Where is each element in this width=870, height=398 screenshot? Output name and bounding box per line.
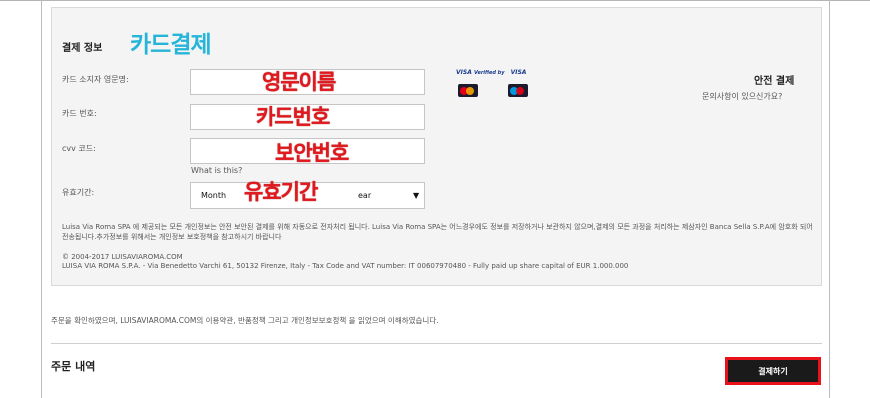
card-number-label: 카드 번호: bbox=[62, 109, 97, 118]
privacy-notice: Luisa Via Roma SPA 에 제공되는 모든 개인정보는 안전 보안… bbox=[62, 223, 813, 241]
secure-payment-title: 안전 결제 bbox=[754, 76, 795, 87]
divider bbox=[51, 343, 822, 344]
expiry-label: 유효기간: bbox=[62, 188, 95, 197]
cardholder-label: 카드 소지자 영문명: bbox=[62, 75, 129, 84]
overlay-security-code: 보안번호 bbox=[275, 141, 349, 165]
overlay-english-name: 영문이름 bbox=[262, 70, 336, 94]
order-summary-title: 주문 내역 bbox=[51, 360, 96, 373]
pay-button[interactable]: 결제하기 bbox=[728, 360, 818, 382]
card-logos: VISA Verified by VISA bbox=[456, 69, 530, 99]
cvv-label: cvv 코드: bbox=[62, 144, 96, 153]
copyright-text: © 2004-2017 LUISAVIAROMA.COM bbox=[62, 253, 183, 261]
visa-label: VISA bbox=[456, 69, 472, 76]
frame-left bbox=[41, 0, 42, 398]
frame-right bbox=[829, 0, 830, 398]
overlay-card-number: 카드번호 bbox=[256, 105, 330, 129]
visa-icon: VISA Verified by VISA bbox=[456, 69, 526, 76]
expiry-year-value: ear bbox=[358, 191, 372, 200]
maestro-icon bbox=[508, 84, 528, 97]
visa-label-2: VISA bbox=[510, 69, 527, 76]
cvv-help-link[interactable]: What is this? bbox=[191, 166, 242, 175]
overlay-card-payment: 카드결제 bbox=[130, 32, 212, 58]
pay-button-highlight: 결제하기 bbox=[725, 357, 821, 385]
company-address: LUISA VIA ROMA S.P.A. - Via Benedetto Va… bbox=[62, 262, 629, 270]
company-info: © 2004-2017 LUISAVIAROMA.COM LUISA VIA R… bbox=[62, 253, 628, 271]
overlay-expiry: 유효기간 bbox=[244, 180, 318, 204]
chevron-down-icon: ▼ bbox=[413, 191, 420, 200]
expiry-month-value: Month bbox=[201, 191, 227, 200]
questions-link[interactable]: 문의사항이 있으신가요? bbox=[702, 91, 782, 102]
visa-verified-label: Verified by bbox=[473, 70, 505, 76]
payment-section-title: 결제 정보 bbox=[62, 43, 103, 54]
mastercard-icon bbox=[458, 84, 478, 97]
terms-confirmation: 주문을 확인하였으며, LUISAVIAROMA.COM의 이용약관, 반품정책… bbox=[51, 316, 439, 325]
top-border bbox=[0, 0, 870, 1]
